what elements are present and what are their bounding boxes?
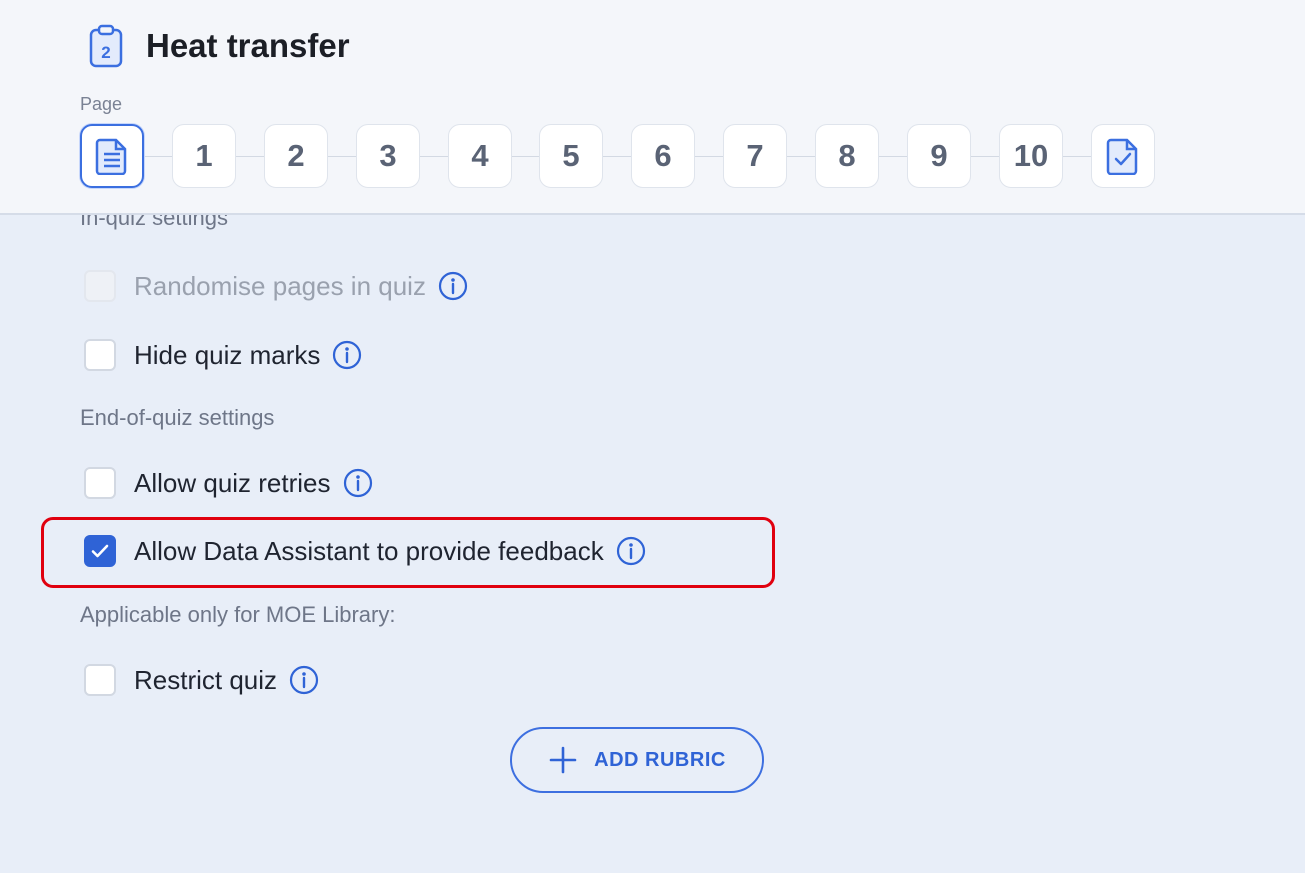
data-assistant-feedback-checkbox[interactable] bbox=[84, 535, 116, 567]
plus-icon bbox=[549, 746, 577, 774]
randomise-pages-label: Randomise pages in quiz bbox=[134, 270, 426, 301]
clipboard-check-icon bbox=[1106, 138, 1138, 175]
page-label: Page bbox=[80, 94, 123, 114]
page-button-3[interactable]: 3 bbox=[356, 124, 420, 188]
randomise-pages-option: Randomise pages in quiz bbox=[84, 268, 468, 304]
info-icon[interactable] bbox=[332, 340, 362, 370]
page-button-instructions[interactable] bbox=[80, 124, 144, 188]
clipboard-number-icon: 2 bbox=[89, 24, 123, 68]
info-icon[interactable] bbox=[438, 271, 468, 301]
info-icon[interactable] bbox=[343, 468, 373, 498]
add-rubric-button[interactable]: ADD RUBRIC bbox=[510, 727, 764, 793]
page-title: Heat transfer bbox=[146, 27, 350, 64]
clipboard-number: 2 bbox=[101, 43, 110, 62]
randomise-pages-checkbox[interactable] bbox=[84, 270, 116, 302]
info-icon[interactable] bbox=[289, 665, 319, 695]
quiz-settings-panel: In-quiz settings Randomise pages in quiz… bbox=[0, 205, 1305, 873]
add-rubric-label: ADD RUBRIC bbox=[594, 748, 726, 771]
checkmark-icon bbox=[91, 544, 109, 558]
info-icon[interactable] bbox=[616, 536, 646, 566]
moe-library-label: Applicable only for MOE Library: bbox=[80, 602, 396, 627]
restrict-quiz-option: Restrict quiz bbox=[84, 662, 319, 698]
page-button-7[interactable]: 7 bbox=[723, 124, 787, 188]
allow-retries-option: Allow quiz retries bbox=[84, 465, 373, 501]
quiz-header: 2 Heat transfer Page 1 2 3 4 5 6 7 8 9 1… bbox=[0, 0, 1305, 215]
allow-retries-label: Allow quiz retries bbox=[134, 467, 331, 498]
page-button-10[interactable]: 10 bbox=[999, 124, 1063, 188]
end-of-quiz-settings-label: End-of-quiz settings bbox=[80, 405, 275, 430]
data-assistant-feedback-label: Allow Data Assistant to provide feedback bbox=[134, 535, 604, 566]
page-button-submit[interactable] bbox=[1091, 124, 1155, 188]
page-button-6[interactable]: 6 bbox=[631, 124, 695, 188]
data-assistant-feedback-option: Allow Data Assistant to provide feedback bbox=[84, 533, 646, 569]
page-button-2[interactable]: 2 bbox=[264, 124, 328, 188]
allow-retries-checkbox[interactable] bbox=[84, 467, 116, 499]
hide-quiz-marks-checkbox[interactable] bbox=[84, 339, 116, 371]
page-button-8[interactable]: 8 bbox=[815, 124, 879, 188]
document-icon bbox=[95, 138, 127, 175]
pager-connector-line bbox=[110, 156, 1130, 157]
hide-quiz-marks-option: Hide quiz marks bbox=[84, 337, 362, 373]
hide-quiz-marks-label: Hide quiz marks bbox=[134, 339, 321, 370]
page-button-5[interactable]: 5 bbox=[539, 124, 603, 188]
restrict-quiz-label: Restrict quiz bbox=[134, 664, 278, 695]
restrict-quiz-checkbox[interactable] bbox=[84, 664, 116, 696]
page-button-4[interactable]: 4 bbox=[448, 124, 512, 188]
page-button-9[interactable]: 9 bbox=[907, 124, 971, 188]
page-button-1[interactable]: 1 bbox=[172, 124, 236, 188]
page-navigator: 1 2 3 4 5 6 7 8 9 10 bbox=[80, 123, 1160, 189]
